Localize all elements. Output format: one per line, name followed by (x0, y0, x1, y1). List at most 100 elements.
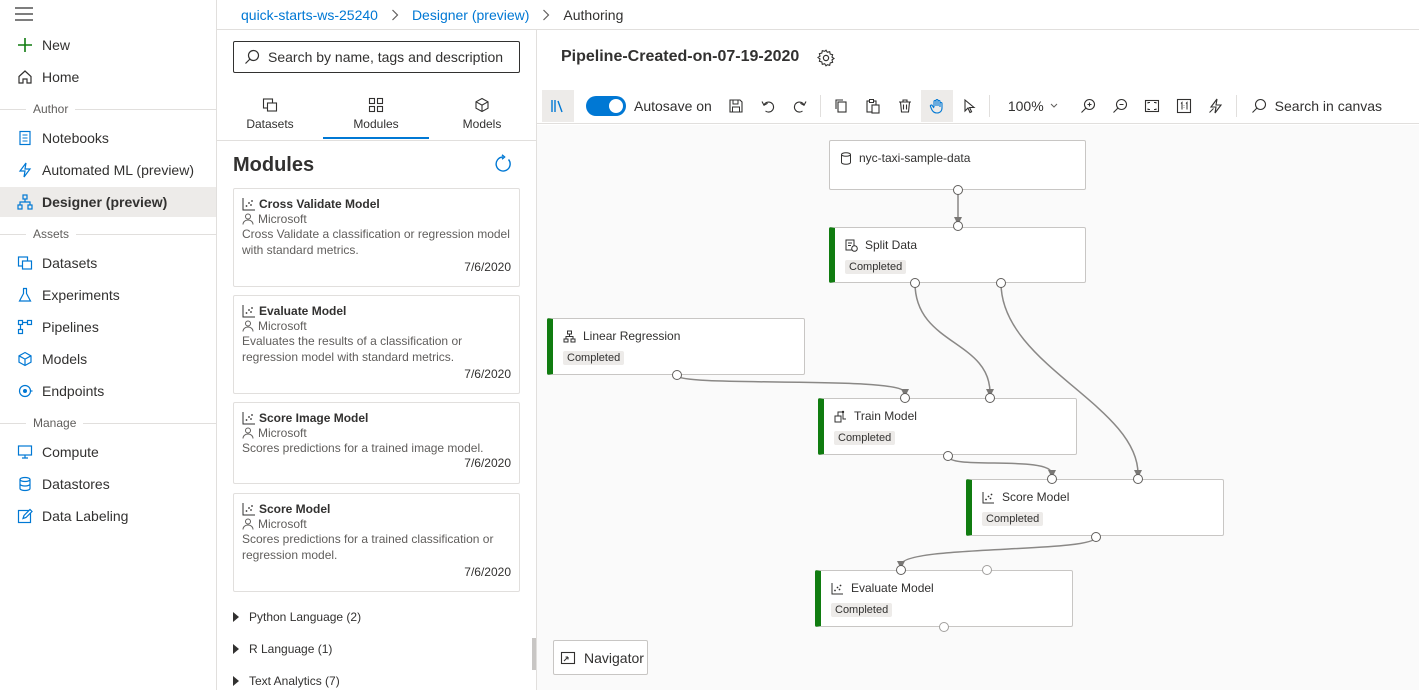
input-port[interactable] (900, 393, 910, 403)
module-name: Cross Validate Model (259, 197, 380, 211)
output-port[interactable] (672, 370, 682, 380)
modules-icon (368, 97, 384, 113)
module-search-box[interactable] (233, 41, 520, 73)
person-icon (242, 213, 254, 225)
canvas-search-placeholder[interactable]: Search in canvas (1275, 98, 1382, 114)
hamburger-menu-icon[interactable] (14, 7, 34, 21)
edge-train-to-score (947, 455, 1056, 478)
node-linear-regression[interactable]: Linear Regression Completed (547, 318, 805, 375)
output-port[interactable] (943, 451, 953, 461)
undo-button[interactable] (752, 90, 784, 122)
pointer-icon (961, 98, 977, 114)
module-author: Microsoft (258, 426, 307, 440)
module-card-evaluate[interactable]: Evaluate Model Microsoft Evaluates the r… (233, 295, 520, 394)
redo-button[interactable] (784, 90, 816, 122)
nav-item-pipelines[interactable]: Pipelines (0, 312, 216, 342)
edit-icon (16, 507, 34, 525)
nav-item-compute[interactable]: Compute (0, 437, 216, 467)
input-port[interactable] (896, 565, 906, 575)
input-port[interactable] (985, 393, 995, 403)
auto-layout-button[interactable] (1200, 90, 1232, 122)
breadcrumb: quick-starts-ws-25240 Designer (preview)… (217, 0, 1419, 30)
actual-size-button[interactable] (1168, 90, 1200, 122)
save-button[interactable] (720, 90, 752, 122)
nav-item-datasets[interactable]: Datasets (0, 248, 216, 278)
toolbar-divider (819, 94, 821, 117)
datasets-icon (16, 254, 34, 272)
module-palette: Datasets Modules Models Modules Cross Va… (217, 30, 537, 690)
tab-modules[interactable]: Modules (323, 88, 429, 140)
node-split-data[interactable]: Split Data Completed (829, 227, 1086, 283)
zoom-dropdown[interactable]: 100% (1008, 98, 1058, 114)
category-label: Text Analytics (7) (249, 674, 340, 688)
input-port[interactable] (953, 221, 963, 231)
module-description: Scores predictions for a trained image m… (242, 441, 484, 455)
delete-button[interactable] (889, 90, 921, 122)
pipeline-header: Pipeline-Created-on-07-19-2020 (537, 30, 1419, 88)
tab-label: Datasets (246, 117, 294, 131)
category-r-language[interactable]: R Language (1) (233, 642, 332, 656)
nav-item-new[interactable]: New (0, 30, 216, 60)
nav-item-datastores[interactable]: Datastores (0, 469, 216, 499)
nav-item-experiments[interactable]: Experiments (0, 280, 216, 310)
output-port[interactable] (996, 278, 1006, 288)
node-label: Score Model (1002, 490, 1070, 504)
pipeline-canvas[interactable]: nyc-taxi-sample-data Split Data Complete… (537, 125, 1419, 690)
input-port[interactable] (1133, 474, 1143, 484)
node-train-model[interactable]: Train Model Completed (818, 398, 1077, 455)
autosave-toggle[interactable] (586, 95, 626, 116)
tab-datasets[interactable]: Datasets (217, 88, 323, 140)
pipelines-icon (16, 318, 34, 336)
caret-right-icon (233, 612, 239, 622)
pan-button[interactable] (920, 89, 953, 122)
canvas-search-box[interactable]: Search in canvas (1251, 98, 1382, 114)
nav-item-endpoints[interactable]: Endpoints (0, 376, 216, 406)
fit-to-screen-button[interactable] (1136, 90, 1168, 122)
gear-icon[interactable] (817, 49, 835, 67)
module-description: Evaluates the results of a classificatio… (242, 334, 463, 364)
module-card-score-image[interactable]: Score Image Model Microsoft Scores predi… (233, 402, 520, 484)
nav-item-models[interactable]: Models (0, 344, 216, 374)
tab-models[interactable]: Models (429, 88, 535, 140)
library-button[interactable] (542, 89, 574, 122)
copy-button[interactable] (825, 90, 857, 122)
tab-label: Modules (353, 117, 399, 131)
nav-item-automated-ml[interactable]: Automated ML (preview) (0, 155, 216, 185)
breadcrumb-workspace-link[interactable]: quick-starts-ws-25240 (241, 7, 378, 23)
module-search-input[interactable] (268, 49, 518, 65)
input-port[interactable] (1047, 474, 1057, 484)
category-python-language[interactable]: Python Language (2) (233, 610, 361, 624)
module-card-score-model[interactable]: Score Model Microsoft Scores predictions… (233, 493, 520, 592)
nav-item-notebooks[interactable]: Notebooks (0, 123, 216, 153)
breadcrumb-designer-link[interactable]: Designer (preview) (412, 7, 529, 23)
nav-item-home[interactable]: Home (0, 62, 216, 92)
category-label: Python Language (2) (249, 610, 362, 624)
nav-item-data-labeling[interactable]: Data Labeling (0, 501, 216, 531)
refresh-icon[interactable] (493, 154, 513, 174)
paste-button[interactable] (857, 90, 889, 122)
endpoints-icon (16, 382, 34, 400)
zoom-out-button[interactable] (1104, 90, 1136, 122)
output-port[interactable] (953, 185, 963, 195)
redo-icon (792, 98, 808, 114)
category-text-analytics[interactable]: Text Analytics (7) (233, 674, 340, 688)
module-description: Scores predictions for a trained classif… (242, 532, 494, 562)
output-port[interactable] (939, 622, 949, 632)
input-port[interactable] (982, 565, 992, 575)
select-button[interactable] (953, 90, 985, 122)
module-card-cross-validate[interactable]: Cross Validate Model Microsoft Cross Val… (233, 188, 520, 287)
module-date: 7/6/2020 (464, 565, 511, 579)
scatter-icon (831, 582, 844, 595)
palette-scrollbar[interactable] (532, 638, 536, 670)
output-port[interactable] (1091, 532, 1101, 542)
module-description: Cross Validate a classification or regre… (242, 227, 510, 257)
zoom-out-icon (1112, 98, 1128, 114)
zoom-in-button[interactable] (1072, 90, 1104, 122)
node-score-model[interactable]: Score Model Completed (966, 479, 1224, 536)
output-port[interactable] (910, 278, 920, 288)
nav-item-designer[interactable]: Designer (preview) (0, 187, 216, 217)
node-nyc-taxi-sample-data[interactable]: nyc-taxi-sample-data (829, 140, 1086, 190)
chevron-right-icon (391, 9, 399, 21)
node-evaluate-model[interactable]: Evaluate Model Completed (815, 570, 1073, 627)
navigator-button[interactable]: Navigator (553, 640, 648, 675)
